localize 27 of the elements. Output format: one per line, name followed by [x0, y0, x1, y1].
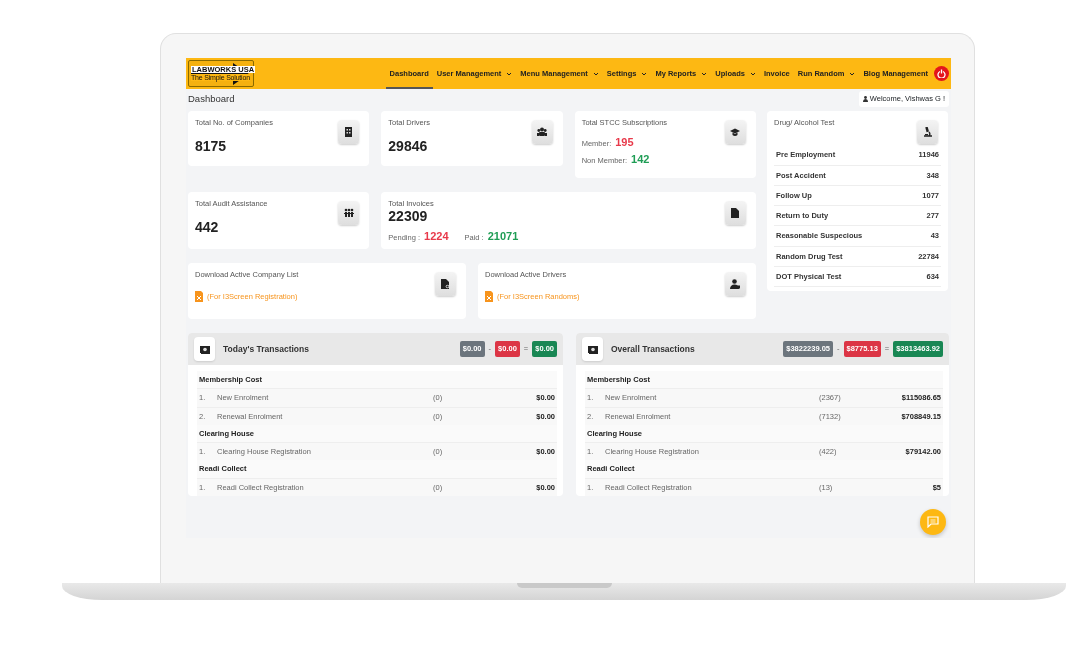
stat-number: 142 [631, 151, 650, 167]
document-icon [440, 279, 451, 289]
stat-value: 29846 [388, 137, 428, 157]
user-icon [730, 279, 741, 289]
panel-title: Overall Transactions [611, 342, 695, 356]
stat-number: 1224 [424, 229, 449, 245]
power-button[interactable] [934, 66, 949, 81]
users-icon [537, 127, 548, 137]
power-icon [937, 69, 946, 78]
stat-number: 195 [615, 135, 634, 151]
money-icon [587, 344, 598, 354]
page-title: Dashboard [188, 91, 235, 106]
document-icon [730, 208, 741, 218]
graduation-cap-icon [730, 127, 741, 137]
user-icon [862, 96, 868, 102]
spreadsheet-icon [195, 291, 203, 303]
stat-number: 21071 [487, 229, 519, 245]
stat-value: 22309 [388, 209, 428, 224]
building-icon [343, 127, 354, 137]
stat-value: 8175 [195, 137, 227, 157]
spreadsheet-icon [485, 291, 493, 303]
stat-value: 442 [195, 218, 219, 238]
panel-title: Today's Transactions [223, 342, 309, 356]
people-icon [343, 208, 354, 218]
chat-icon [927, 516, 939, 528]
money-icon [199, 344, 210, 354]
microscope-icon [922, 127, 933, 137]
